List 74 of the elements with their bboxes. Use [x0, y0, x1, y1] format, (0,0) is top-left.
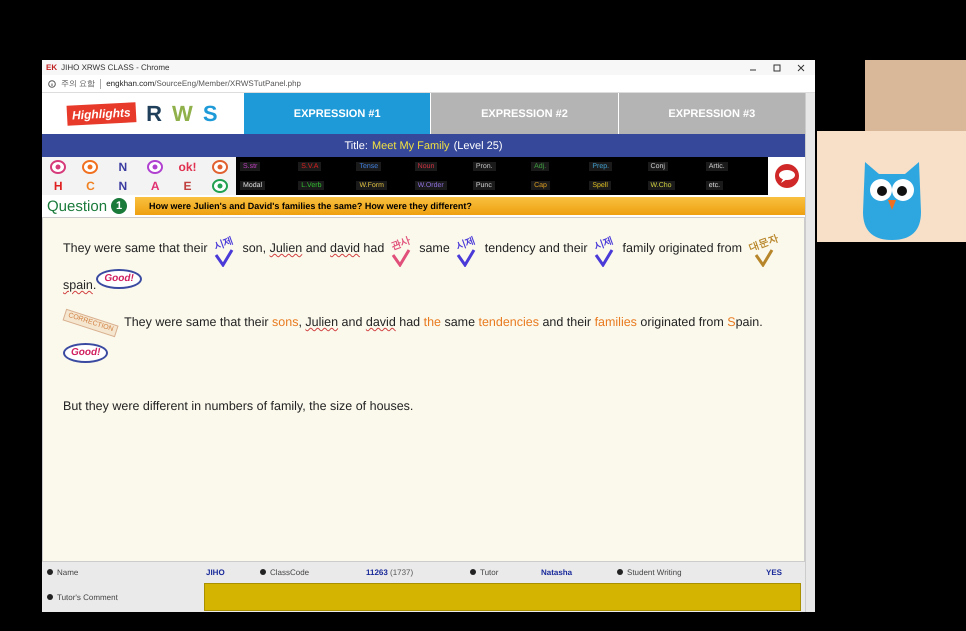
flagged-word: spain [63, 278, 93, 292]
corrected-text: sons [272, 315, 298, 329]
check-mark-icon [390, 249, 411, 267]
window-title: JIHO XRWS CLASS - Chrome [61, 63, 170, 72]
comment-field[interactable] [204, 583, 801, 611]
url-text[interactable]: engkhan.com/SourceEng/Member/XRWSTutPanel.php [106, 79, 302, 88]
corrected-text: S [727, 315, 736, 329]
field-label: Tutor's Comment [42, 592, 200, 602]
expression-tab[interactable]: EXPRESSION #1 [243, 93, 430, 134]
answer-text: tendency and their [484, 241, 589, 255]
brand-letter: W [172, 100, 193, 126]
answer-text: and [340, 315, 364, 329]
answer-text: family originated from [622, 241, 744, 255]
field-label: Name [42, 568, 200, 576]
stamp-icon[interactable] [212, 178, 228, 192]
field-label: Student Writing [612, 568, 760, 576]
answer-text: and [304, 241, 328, 255]
flagged-word: Julien [270, 241, 302, 255]
check-label: 대문자 [748, 234, 780, 254]
field-value: Natasha [540, 568, 574, 576]
corrected-text: tendencies [478, 315, 539, 329]
title-label: Title: [344, 140, 368, 152]
corrected-text: families [594, 315, 637, 329]
answer-text: But they were different in numbers of family, the size of houses. [63, 399, 414, 413]
answer-text: They were same that their [63, 241, 209, 255]
stamp-icon[interactable] [50, 160, 66, 174]
answer-text: , [298, 315, 303, 329]
speech-bubble-icon[interactable] [772, 162, 800, 190]
answer-text: son, [241, 241, 268, 255]
app-logo-text: EK [46, 63, 58, 72]
answer-text: and their [541, 315, 592, 329]
flagged-word: Julien [305, 315, 338, 329]
story-title: Meet My Family [372, 140, 450, 152]
question-number: 1 [111, 198, 128, 214]
check-label: 시제 [592, 236, 616, 252]
question-label: Question [46, 198, 108, 214]
check-label: 시제 [212, 236, 236, 252]
info-icon[interactable] [48, 80, 56, 88]
maximize-icon[interactable] [773, 64, 781, 72]
answer-text: originated from [639, 315, 725, 329]
answer-text: same [418, 241, 451, 255]
good-stamp: Good! [63, 343, 108, 363]
field-value: YES [765, 568, 784, 576]
field-label: Tutor [465, 568, 535, 576]
stamp-icon[interactable] [147, 160, 164, 174]
check-mark-icon [754, 249, 774, 267]
brand-logo: Highlights [67, 102, 137, 126]
flagged-word: david [330, 241, 360, 255]
field-label: ClassCode [255, 568, 360, 576]
field-value: 11263 (1737) [365, 568, 414, 576]
answer-text: pain. [736, 315, 763, 329]
answer-text: had [398, 315, 422, 329]
answer-text: had [362, 241, 386, 255]
corrected-text: the [424, 315, 441, 329]
question-prompt: How were Julien's and David's families the same? How were they different? [135, 197, 805, 215]
brand-letter: S [202, 100, 218, 126]
stamp-icon[interactable] [82, 160, 98, 174]
check-mark-icon [594, 249, 614, 267]
field-value: JIHO [205, 568, 226, 576]
flagged-word: david [366, 315, 396, 329]
check-mark-icon [456, 249, 476, 267]
good-stamp: Good! [96, 269, 142, 289]
answer-text: They were same that their [124, 315, 270, 329]
close-icon[interactable] [797, 64, 805, 72]
stamp-icon[interactable] [212, 160, 228, 174]
brand-letter: R [146, 100, 162, 126]
check-label: 관사 [390, 236, 412, 252]
check-mark-icon [214, 249, 234, 267]
security-label: 주의 요함 [61, 78, 96, 89]
answer-text: same [443, 315, 476, 329]
answer-text: . [92, 278, 96, 292]
level-label: (Level 25) [454, 140, 502, 152]
check-label: 시제 [455, 236, 478, 252]
scrollbar[interactable] [805, 93, 815, 612]
